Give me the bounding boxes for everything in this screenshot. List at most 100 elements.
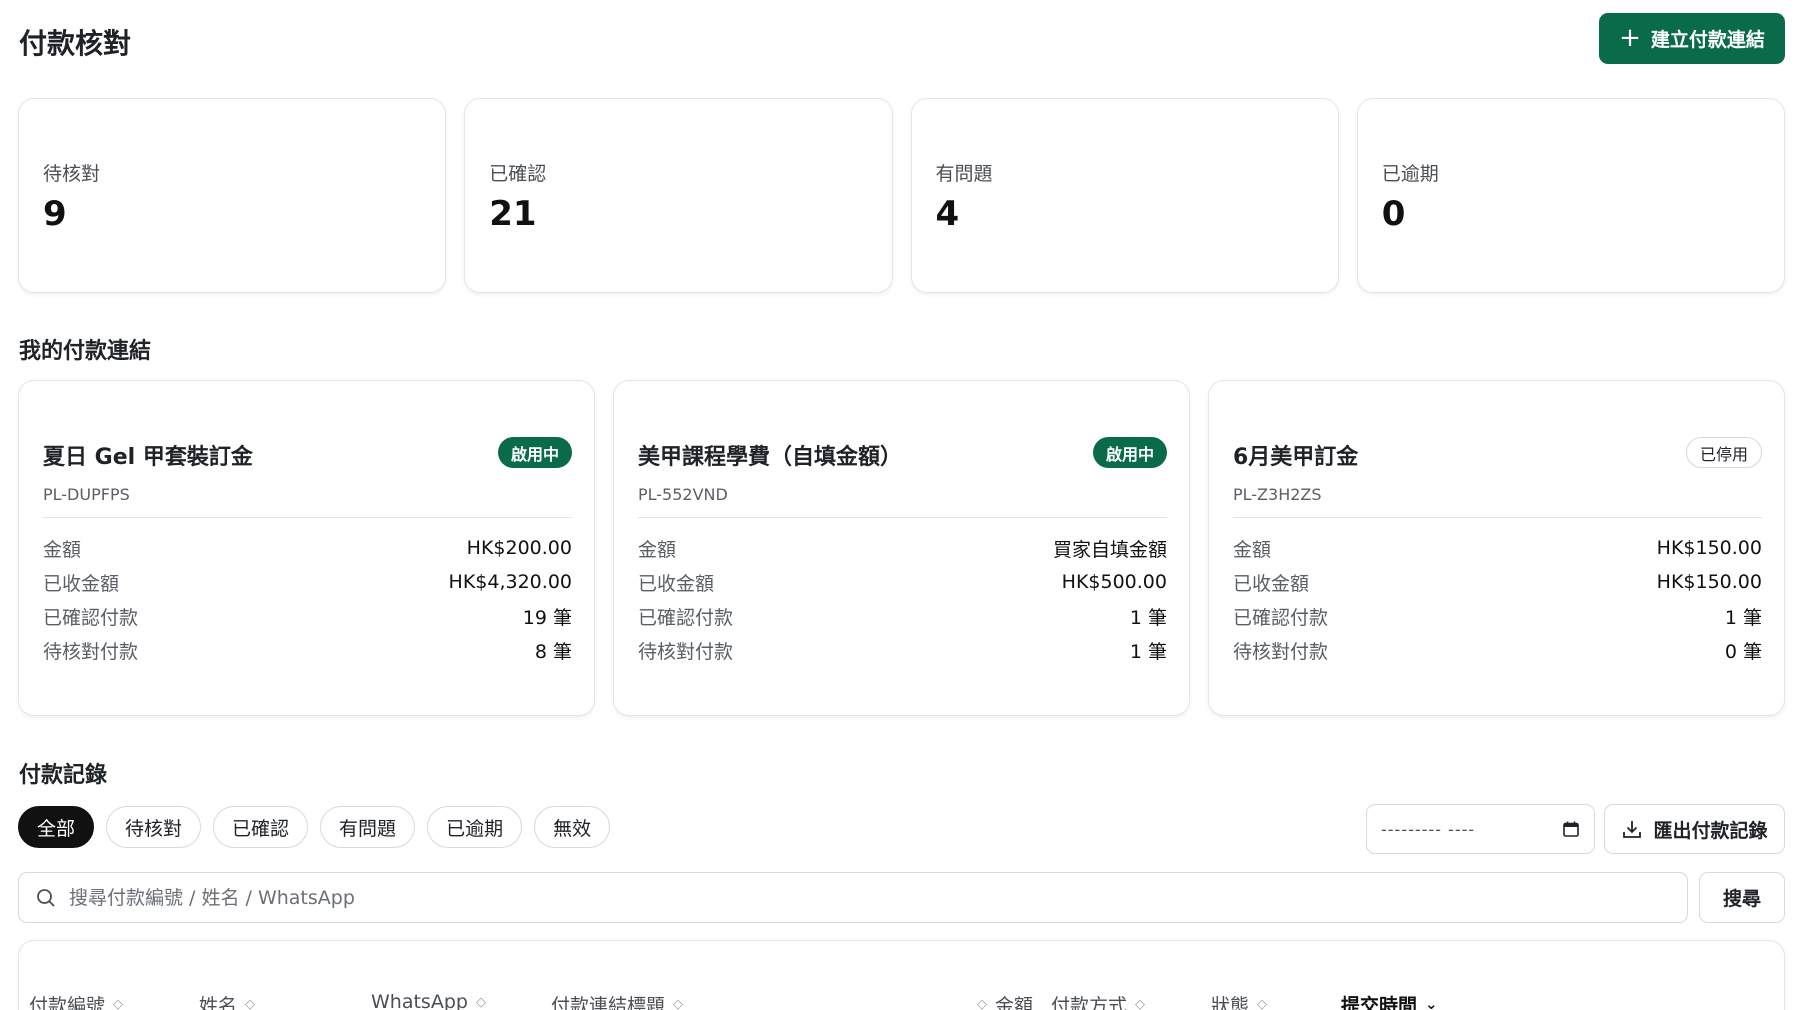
stat-card-issue: 有問題 4 bbox=[910, 98, 1339, 293]
payment-link-title: 夏日 Gel 甲套裝訂金 bbox=[43, 445, 253, 470]
stat-label: 已逾期 bbox=[1381, 163, 1439, 185]
search-button[interactable]: 搜尋 bbox=[1699, 872, 1785, 923]
detail-row-pending: 待核對付款 8 筆 bbox=[43, 633, 572, 667]
filter-chip-issue[interactable]: 有問題 bbox=[320, 806, 416, 848]
detail-row-received: 已收金額 HK$4,320.00 bbox=[43, 565, 572, 599]
payment-link-details: 金額 HK$200.00 已收金額 HK$4,320.00 已確認付款 19 筆… bbox=[43, 531, 572, 667]
detail-value: HK$500.00 bbox=[1061, 571, 1167, 593]
search-icon bbox=[35, 887, 57, 909]
page-header: 付款核對 + 建立付款連結 bbox=[18, 0, 1785, 80]
create-payment-link-button[interactable]: + 建立付款連結 bbox=[1599, 13, 1785, 64]
detail-row-confirmed: 已確認付款 1 筆 bbox=[638, 599, 1167, 633]
plus-icon: + bbox=[1619, 22, 1641, 53]
stat-card-overdue: 已逾期 0 bbox=[1356, 98, 1785, 293]
payment-link-code: PL-Z3H2ZS bbox=[1233, 485, 1322, 504]
export-records-button[interactable]: 匯出付款記錄 bbox=[1604, 804, 1785, 854]
column-header-link-title[interactable]: 付款連結標題 ◇ bbox=[551, 991, 683, 1010]
sort-icon: ◇ bbox=[475, 994, 486, 1010]
export-records-label: 匯出付款記錄 bbox=[1653, 819, 1768, 842]
payment-link-code: PL-552VND bbox=[638, 485, 728, 504]
stat-value: 9 bbox=[43, 194, 67, 234]
stat-value: 4 bbox=[935, 194, 960, 234]
sort-icon: ◇ bbox=[1135, 997, 1146, 1010]
detail-label: 待核對付款 bbox=[638, 640, 734, 663]
filter-chip-invalid[interactable]: 無效 bbox=[534, 806, 611, 848]
status-badge: 啟用中 bbox=[1092, 437, 1167, 468]
column-label: 姓名 bbox=[199, 995, 238, 1010]
detail-value: HK$150.00 bbox=[1656, 571, 1762, 593]
detail-value: 19 筆 bbox=[522, 606, 572, 629]
records-section-title: 付款記錄 bbox=[19, 763, 108, 788]
stat-card-confirmed: 已確認 21 bbox=[464, 98, 893, 293]
detail-label: 已確認付款 bbox=[43, 606, 139, 629]
calendar-icon[interactable] bbox=[1562, 820, 1580, 838]
create-payment-link-label: 建立付款連結 bbox=[1650, 29, 1765, 51]
detail-label: 金額 bbox=[1233, 538, 1272, 561]
sort-icon: ◇ bbox=[113, 997, 124, 1010]
filter-chip-confirmed[interactable]: 已確認 bbox=[213, 806, 309, 848]
column-header-name[interactable]: 姓名 ◇ bbox=[199, 991, 255, 1010]
payment-link-card[interactable]: 夏日 Gel 甲套裝訂金 啟用中 PL-DUPFPS 金額 HK$200.00 … bbox=[18, 380, 595, 716]
stat-label: 已確認 bbox=[489, 163, 547, 185]
divider bbox=[1233, 517, 1762, 518]
download-icon bbox=[1621, 818, 1643, 840]
records-table: 付款編號 ◇ 姓名 ◇ WhatsApp ◇ 付款連結標題 ◇ ◇ 金額 付款方… bbox=[18, 940, 1785, 1010]
month-picker-placeholder: --------- ---- bbox=[1381, 819, 1476, 839]
sort-icon: ◇ bbox=[977, 997, 987, 1010]
search-input[interactable] bbox=[69, 877, 1687, 918]
payment-links-grid: 夏日 Gel 甲套裝訂金 啟用中 PL-DUPFPS 金額 HK$200.00 … bbox=[18, 380, 1785, 716]
detail-label: 金額 bbox=[43, 538, 82, 561]
detail-label: 待核對付款 bbox=[1233, 640, 1329, 663]
column-header-amount[interactable]: ◇ 金額 bbox=[977, 991, 1033, 1010]
column-header-payment-method[interactable]: 付款方式 ◇ bbox=[1051, 991, 1145, 1010]
detail-value: 0 筆 bbox=[1724, 640, 1762, 663]
stat-value: 21 bbox=[489, 194, 537, 234]
column-header-submitted-time[interactable]: 提交時間 ⌄ bbox=[1341, 991, 1438, 1010]
payment-link-details: 金額 HK$150.00 已收金額 HK$150.00 已確認付款 1 筆 待核… bbox=[1233, 531, 1762, 667]
links-section-title: 我的付款連結 bbox=[19, 339, 152, 364]
column-header-payment-id[interactable]: 付款編號 ◇ bbox=[29, 991, 123, 1010]
detail-value: HK$4,320.00 bbox=[448, 571, 572, 593]
detail-row-amount: 金額 HK$200.00 bbox=[43, 531, 572, 565]
column-label: 付款編號 bbox=[29, 995, 106, 1010]
payment-link-details: 金額 買家自填金額 已收金額 HK$500.00 已確認付款 1 筆 待核對付款… bbox=[638, 531, 1167, 667]
detail-value: HK$200.00 bbox=[466, 537, 572, 559]
detail-row-pending: 待核對付款 1 筆 bbox=[638, 633, 1167, 667]
detail-label: 已收金額 bbox=[43, 572, 120, 595]
payment-link-card[interactable]: 6月美甲訂金 已停用 PL-Z3H2ZS 金額 HK$150.00 已收金額 H… bbox=[1208, 380, 1785, 716]
detail-row-received: 已收金額 HK$150.00 bbox=[1233, 565, 1762, 599]
detail-row-confirmed: 已確認付款 1 筆 bbox=[1233, 599, 1762, 633]
month-picker[interactable]: --------- ---- bbox=[1366, 804, 1595, 854]
payment-link-card[interactable]: 美甲課程學費（自填金額） 啟用中 PL-552VND 金額 買家自填金額 已收金… bbox=[613, 380, 1190, 716]
detail-value: 1 筆 bbox=[1129, 606, 1167, 629]
detail-row-amount: 金額 HK$150.00 bbox=[1233, 531, 1762, 565]
divider bbox=[638, 517, 1167, 518]
stat-label: 待核對 bbox=[43, 163, 101, 185]
detail-label: 金額 bbox=[638, 538, 677, 561]
detail-value: 1 筆 bbox=[1724, 606, 1762, 629]
sort-icon: ◇ bbox=[1257, 997, 1268, 1010]
filter-chip-all[interactable]: 全部 bbox=[18, 806, 95, 848]
sort-icon: ◇ bbox=[245, 997, 256, 1010]
status-badge: 已停用 bbox=[1685, 437, 1762, 468]
stats-row: 待核對 9 已確認 21 有問題 4 已逾期 0 bbox=[18, 98, 1785, 293]
detail-value: HK$150.00 bbox=[1656, 537, 1762, 559]
filter-chip-pending[interactable]: 待核對 bbox=[106, 806, 202, 848]
column-label: 付款連結標題 bbox=[551, 995, 666, 1010]
column-label: WhatsApp bbox=[371, 991, 468, 1010]
column-label: 付款方式 bbox=[1051, 995, 1128, 1010]
chevron-down-icon: ⌄ bbox=[1425, 995, 1438, 1010]
sort-icon: ◇ bbox=[673, 997, 684, 1010]
detail-value: 8 筆 bbox=[534, 640, 572, 663]
filter-chip-overdue[interactable]: 已逾期 bbox=[427, 806, 523, 848]
payment-link-title: 6月美甲訂金 bbox=[1233, 445, 1359, 470]
detail-row-received: 已收金額 HK$500.00 bbox=[638, 565, 1167, 599]
stat-label: 有問題 bbox=[935, 163, 993, 185]
detail-row-confirmed: 已確認付款 19 筆 bbox=[43, 599, 572, 633]
column-header-status[interactable]: 狀態 ◇ bbox=[1211, 991, 1267, 1010]
detail-row-pending: 待核對付款 0 筆 bbox=[1233, 633, 1762, 667]
column-label: 狀態 bbox=[1211, 995, 1250, 1010]
divider bbox=[43, 517, 572, 518]
detail-label: 已確認付款 bbox=[638, 606, 734, 629]
column-header-whatsapp[interactable]: WhatsApp ◇ bbox=[371, 991, 486, 1010]
